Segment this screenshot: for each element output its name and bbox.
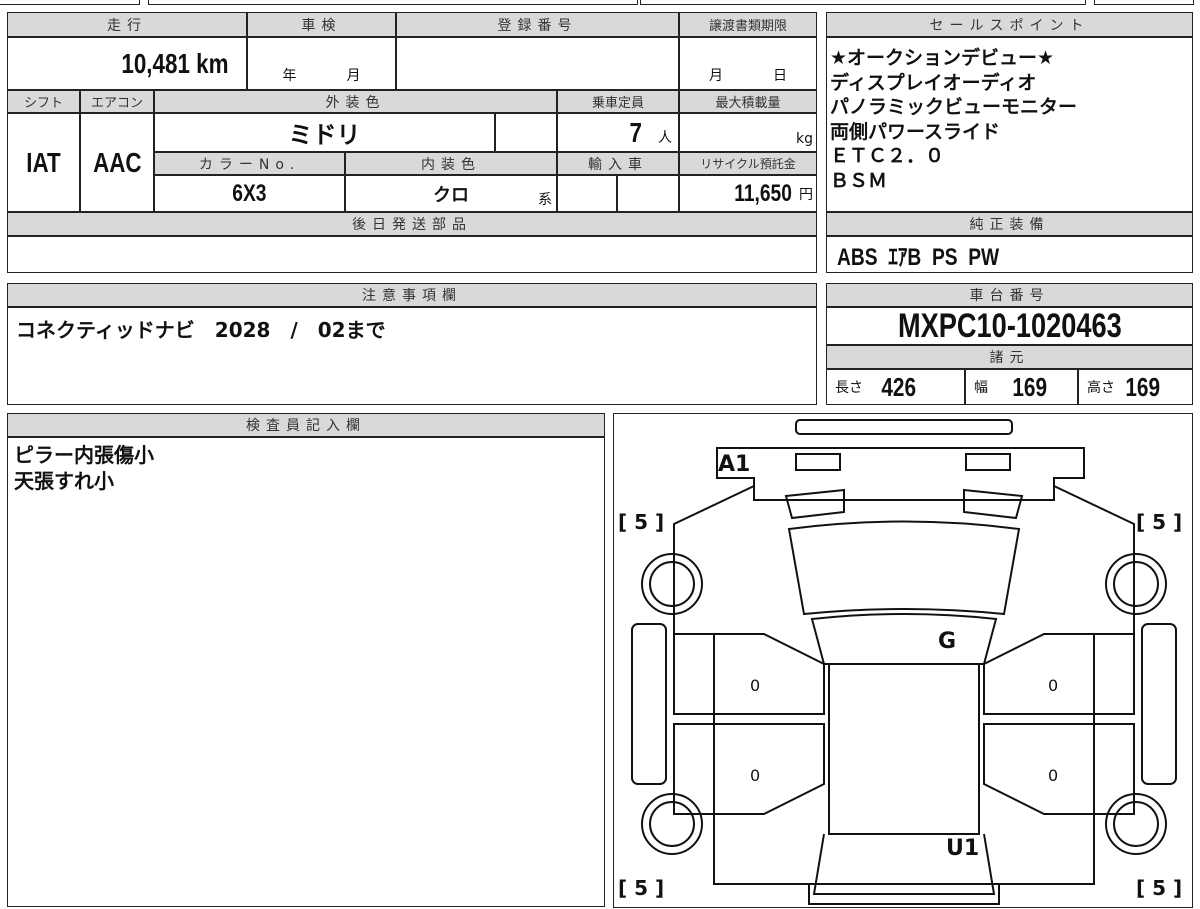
mark-tire-fr: [ 5 ] <box>1136 510 1183 534</box>
inspector-notes: ピラー内張傷小 天張すれ小 <box>7 437 605 907</box>
import-cell <box>617 175 679 212</box>
chassis-label: 車台番号 <box>826 283 1193 307</box>
top-strip-cell <box>148 0 638 5</box>
shift-value: IAT <box>26 146 61 178</box>
registration-label: 登録番号 <box>396 12 679 37</box>
sales-point-item: ＥＴＣ２．０ <box>830 145 945 167</box>
mark-tire-rl: [ 5 ] <box>618 876 665 900</box>
height-value: 169 <box>1125 371 1161 402</box>
day-unit: 日 <box>773 68 787 84</box>
interior-color-label: 内装色 <box>345 152 557 175</box>
later-parts-value <box>7 236 817 273</box>
year-unit: 年 <box>282 68 297 84</box>
exterior-color-cell: ミドリ <box>154 113 495 152</box>
top-strip-cell <box>1094 0 1194 5</box>
recycle-value: 11,650 <box>734 179 792 207</box>
sales-point-item: 両側パワースライド <box>830 120 1001 143</box>
inspector-note: 天張すれ小 <box>14 469 114 493</box>
capacity-label: 乗車定員 <box>557 90 679 113</box>
interior-color-suffix: 系 <box>538 192 552 208</box>
mark-tire-fl: [ 5 ] <box>618 510 665 534</box>
exterior-color-value: ミドリ <box>288 121 361 149</box>
width-value: 169 <box>1012 371 1048 402</box>
mark-tire-rr: [ 5 ] <box>1136 876 1183 900</box>
top-strip-cell <box>640 0 1086 5</box>
aircon-label: エアコン <box>80 90 154 113</box>
mark-door-rr: 0 <box>1048 766 1059 785</box>
chassis-number: MXPC10-1020463 <box>897 307 1122 345</box>
length-label: 長さ <box>835 380 863 396</box>
length-cell: 長さ 426 <box>826 369 965 405</box>
mileage-label: 走行 <box>7 12 247 37</box>
capacity-value: 7 <box>629 116 643 148</box>
width-label: 幅 <box>974 380 988 396</box>
sales-point-item: ディスプレイオーディオ <box>830 71 1037 94</box>
sales-points-label: セールスポイント <box>826 12 1193 37</box>
specs-label: 諸元 <box>826 345 1193 369</box>
mark-door-fl: 0 <box>750 676 761 695</box>
sales-point-item: ＢＳＭ <box>830 169 888 192</box>
capacity-cell: 7人 <box>557 113 679 152</box>
inspector-note: ピラー内張傷小 <box>14 443 154 467</box>
recycle-unit: 円 <box>799 186 813 203</box>
max-load-unit: kg <box>796 131 813 147</box>
aircon-cell: AAC <box>80 113 154 212</box>
sales-points-list: ★オークションデビュー★ ディスプレイオーディオ パノラミックビューモニター 両… <box>826 37 1193 212</box>
month-unit: 月 <box>709 68 723 84</box>
blank-cell <box>495 113 557 152</box>
registration-value <box>396 37 679 90</box>
aircon-value: AAC <box>92 146 142 178</box>
length-value: 426 <box>881 371 917 402</box>
mark-roof: G <box>938 629 957 654</box>
standard-equipment-label: 純正装備 <box>826 212 1193 236</box>
shift-cell: IAT <box>7 113 80 212</box>
interior-color-cell: クロ 系 <box>345 175 557 212</box>
import-label: 輸入車 <box>557 152 679 175</box>
sales-point-item: パノラミックビューモニター <box>830 96 1078 118</box>
later-parts-label: 後日発送部品 <box>7 212 817 236</box>
max-load-cell: kg <box>679 113 817 152</box>
shift-label: シフト <box>7 90 80 113</box>
mileage-cell: 10,481 km <box>7 37 247 90</box>
damage-diagram: A1 G U1 0 0 0 0 [ 5 ] [ 5 ] [ 5 ] [ 5 ] <box>613 413 1193 908</box>
sales-point-item: ★オークションデビュー★ <box>830 47 1055 69</box>
mileage-value: 10,481 km <box>121 47 229 79</box>
mark-rear: U1 <box>946 836 980 861</box>
color-no-value: 6X3 <box>232 179 267 207</box>
max-load-label: 最大積載量 <box>679 90 817 113</box>
transfer-deadline-cell: 月日 <box>679 37 817 90</box>
recycle-cell: 11,650 円 <box>679 175 817 212</box>
transfer-deadline-label: 譲渡書類期限 <box>679 12 817 37</box>
mark-door-rl: 0 <box>750 766 761 785</box>
height-cell: 高さ 169 <box>1078 369 1193 405</box>
interior-color-value: クロ <box>433 184 469 206</box>
notes-value: コネクティッドナビ 2028 / 02まで <box>7 307 817 405</box>
standard-equipment-cell: ABS ｴｱB PS PW <box>826 236 1193 273</box>
inspection-label: 車検 <box>247 12 396 37</box>
top-strip-cell <box>0 0 140 5</box>
chassis-cell: MXPC10-1020463 <box>826 307 1193 345</box>
color-no-cell: 6X3 <box>154 175 345 212</box>
exterior-color-label: 外装色 <box>154 90 557 113</box>
mark-front: A1 <box>718 452 751 477</box>
standard-equipment-value: ABS ｴｱB PS PW <box>837 244 1000 271</box>
capacity-unit: 人 <box>658 130 672 146</box>
mark-door-fr: 0 <box>1048 676 1059 695</box>
height-label: 高さ <box>1087 380 1115 396</box>
notes-label: 注意事項欄 <box>7 283 817 307</box>
width-cell: 幅 169 <box>965 369 1078 405</box>
month-unit: 月 <box>346 68 361 84</box>
color-no-label: カラーNo. <box>154 152 345 175</box>
import-cell <box>557 175 617 212</box>
car-outline-icon <box>631 419 1177 905</box>
inspector-label: 検査員記入欄 <box>7 413 605 437</box>
inspection-cell: 年月 <box>247 37 396 90</box>
recycle-label: リサイクル預託金 <box>679 152 817 175</box>
